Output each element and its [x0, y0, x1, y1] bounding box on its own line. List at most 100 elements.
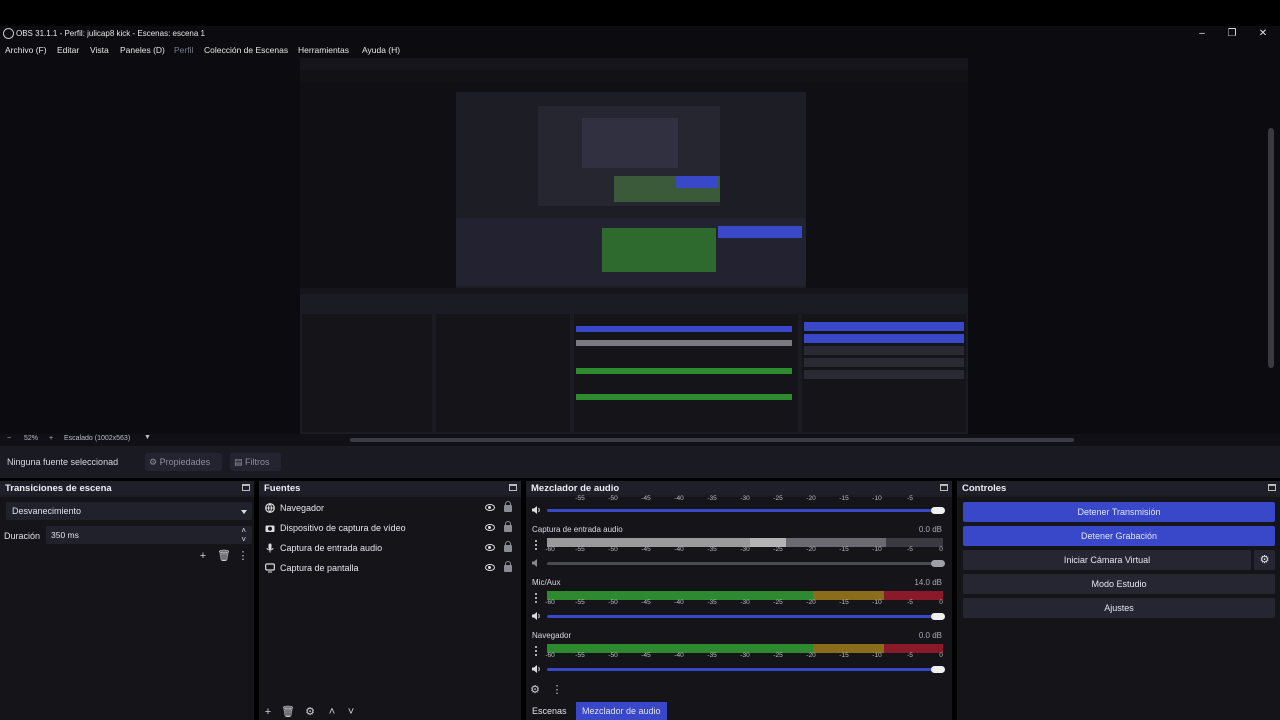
menu-docks[interactable]: Paneles (D) [120, 45, 165, 55]
add-source-icon[interactable]: + [262, 706, 274, 718]
meter-tick-label: -35 [707, 652, 717, 659]
menu-file[interactable]: Archivo (F) [5, 45, 47, 55]
meter-tick-label: -20 [806, 652, 816, 659]
meter-tick-label: -60 [545, 546, 555, 553]
dock-float-icon[interactable] [242, 484, 250, 491]
menu-scene-collection[interactable]: Colección de Escenas [204, 45, 288, 55]
preview-vertical-scrollbar[interactable] [1268, 128, 1274, 368]
zoom-in-button[interactable]: + [49, 435, 53, 442]
volume-fader[interactable] [547, 613, 945, 620]
meter-tick-label: -10 [872, 599, 882, 606]
lock-icon[interactable] [504, 541, 512, 552]
source-row[interactable]: Captura de pantalla [259, 559, 525, 579]
move-down-icon[interactable]: ˅ [345, 706, 357, 718]
studio-mode-button[interactable]: Modo Estudio [963, 574, 1275, 594]
settings-button[interactable]: Ajustes [963, 598, 1275, 618]
speaker-icon[interactable] [531, 505, 541, 515]
meter-tick-label: -60 [545, 652, 555, 659]
meter-tick-label: -45 [641, 599, 651, 606]
virtual-camera-settings-gear-icon[interactable]: ⚙ [1254, 550, 1275, 570]
menu-edit[interactable]: Editar [57, 45, 79, 55]
stop-streaming-button[interactable]: Detener Transmisión [963, 502, 1275, 522]
fader-handle[interactable] [931, 507, 945, 514]
menu-profile[interactable]: Perfil [174, 45, 193, 55]
meter-tick-label: -55 [575, 546, 585, 553]
sources-title: Fuentes [264, 483, 301, 494]
transition-select[interactable]: Desvanecimiento [6, 502, 252, 520]
channel-name: Captura de entrada audio [532, 525, 623, 534]
speaker-muted-icon[interactable] [531, 558, 541, 568]
dock-float-icon[interactable] [940, 484, 948, 491]
mixer-menu-icon[interactable]: ⋮ [551, 684, 563, 696]
add-transition-icon[interactable]: + [197, 550, 209, 562]
channel-menu-icon[interactable] [535, 540, 538, 550]
lock-icon[interactable] [504, 501, 512, 512]
scale-dropdown-icon[interactable]: ▼ [144, 434, 151, 441]
visibility-eye-icon[interactable] [485, 564, 495, 571]
advanced-audio-gear-icon[interactable]: ⚙ [529, 684, 541, 696]
start-virtual-camera-button[interactable]: Iniciar Cámara Virtual [963, 550, 1251, 570]
fader-handle[interactable] [931, 560, 945, 567]
meter-tick-label: -50 [608, 495, 618, 502]
visibility-eye-icon[interactable] [485, 544, 495, 551]
volume-fader[interactable] [547, 560, 945, 567]
camera-icon [265, 525, 275, 532]
lock-icon[interactable] [504, 521, 512, 532]
duration-spinbox[interactable]: 350 ms ˄ ˅ [46, 526, 252, 544]
meter-tick-label: -50 [608, 652, 618, 659]
source-row[interactable]: Captura de entrada audio [259, 539, 525, 559]
delete-transition-icon[interactable]: 🗑 [217, 550, 231, 562]
stop-recording-button[interactable]: Detener Grabación [963, 526, 1275, 546]
meter-tick-label: -5 [907, 652, 913, 659]
meter-tick-label: -60 [545, 599, 555, 606]
speaker-icon[interactable] [531, 611, 541, 621]
filters-button[interactable]: ▤ Filtros [230, 453, 281, 471]
channel-menu-icon[interactable] [535, 646, 538, 656]
source-settings-icon[interactable]: ⚙ [304, 706, 316, 718]
transition-menu-icon[interactable]: ⋮ [237, 550, 249, 562]
meter-tick-label: -30 [740, 652, 750, 659]
obs-logo-icon [3, 28, 14, 39]
visibility-eye-icon[interactable] [485, 504, 495, 511]
window-title: OBS 31.1.1 - Perfil: julicap8 kick - Esc… [16, 29, 205, 38]
spin-down-icon[interactable]: ˅ [241, 531, 246, 549]
properties-button[interactable]: ⚙ Propiedades [145, 453, 222, 471]
menu-tools[interactable]: Herramientas [298, 45, 349, 55]
visibility-eye-icon[interactable] [485, 524, 495, 531]
volume-fader[interactable] [547, 507, 945, 514]
meter-tick-label: -55 [575, 599, 585, 606]
maximize-icon[interactable]: ❐ [1225, 27, 1239, 41]
channel-name: Mic/Aux [532, 578, 561, 587]
source-row[interactable]: Navegador [259, 499, 525, 519]
delete-source-icon[interactable]: 🗑 [281, 706, 295, 718]
preview-zoom-bar: − 52% + Escalado (1002x563) ▼ [0, 434, 1280, 446]
lock-icon[interactable] [504, 561, 512, 572]
meter-tick-label: -25 [773, 495, 783, 502]
meter-tick-label: -30 [740, 546, 750, 553]
preview-horizontal-scrollbar[interactable] [350, 438, 1074, 442]
speaker-icon[interactable] [531, 664, 541, 674]
tab-scenes[interactable]: Escenas [526, 702, 573, 720]
menu-help[interactable]: Ayuda (H) [362, 45, 400, 55]
move-up-icon[interactable]: ˄ [326, 706, 338, 718]
preview-canvas[interactable] [300, 58, 968, 434]
source-row[interactable]: Dispositivo de captura de vídeo [259, 519, 525, 539]
duration-label: Duración [4, 531, 41, 541]
tab-audio-mixer[interactable]: Mezclador de audio [576, 702, 667, 720]
dock-float-icon[interactable] [1268, 484, 1276, 491]
fader-handle[interactable] [931, 666, 945, 673]
fader-handle[interactable] [931, 613, 945, 620]
close-icon[interactable]: ✕ [1256, 27, 1270, 41]
meter-tick-label: -50 [608, 546, 618, 553]
scale-label: Escalado (1002x563) [64, 435, 131, 442]
sources-dock: Fuentes Navegador Dispositivo de captura… [259, 481, 521, 720]
minimize-icon[interactable]: – [1195, 27, 1209, 41]
meter-tick-label: -15 [839, 546, 849, 553]
meter-tick-label: -5 [907, 546, 913, 553]
meter-tick-label: -40 [674, 495, 684, 502]
menu-view[interactable]: Vista [90, 45, 109, 55]
channel-menu-icon[interactable] [535, 593, 538, 603]
zoom-out-button[interactable]: − [7, 435, 11, 442]
dock-float-icon[interactable] [509, 484, 517, 491]
volume-fader[interactable] [547, 666, 945, 673]
